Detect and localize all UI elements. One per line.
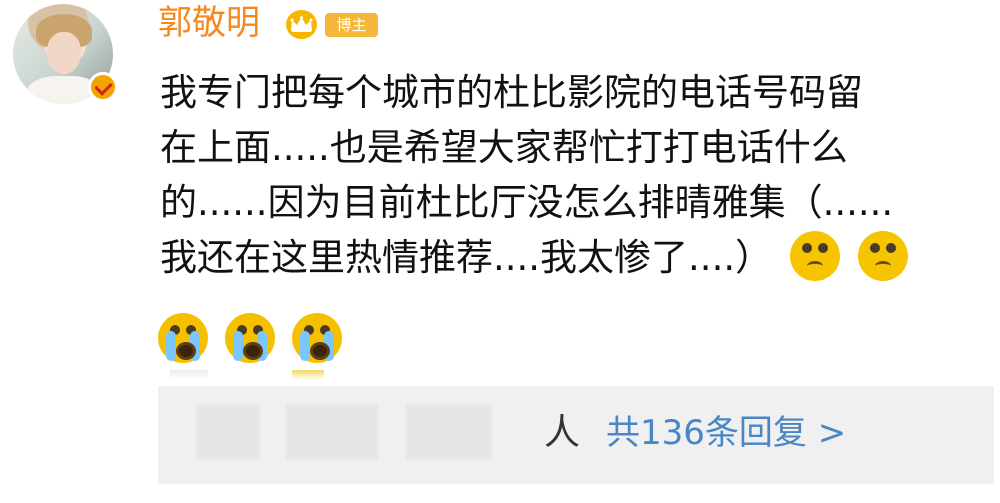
emoji-eye-right — [817, 242, 828, 253]
reply-summary-box[interactable]: 人 共136条回复 > — [158, 386, 994, 484]
post-line-1: 我专门把每个城市的杜比影院的电话号码留 — [160, 71, 863, 114]
sad-face-emoji-icon — [857, 230, 908, 281]
emoji-eye-left — [801, 242, 812, 253]
crying-face-emoji-icon — [225, 313, 276, 363]
user-name[interactable]: 郭敬明 — [158, 0, 260, 46]
emoji-tear-left — [300, 331, 311, 361]
emoji-mouth — [243, 342, 264, 360]
post-line-4-text: 我还在这里热情推荐....我太惨了....） — [160, 236, 773, 279]
emoji-reflection — [292, 370, 324, 380]
post-line-3: 的......因为目前杜比厅没怎么排晴雅集（...... — [160, 181, 894, 224]
reply-count-link[interactable]: 共136条回复 > — [606, 404, 846, 462]
emoji-reflection — [170, 370, 208, 380]
sad-face-emoji-icon — [789, 230, 840, 281]
post-content: 我专门把每个城市的杜比影院的电话号码留 在上面.....也是希望大家帮忙打打电话… — [160, 65, 980, 285]
post-line-2: 在上面.....也是希望大家帮忙打打电话什么 — [160, 126, 848, 169]
blurred-avatar — [406, 404, 492, 460]
emoji-eye-left — [869, 242, 880, 253]
blurred-avatar — [286, 404, 378, 460]
crying-face-emoji-icon — [292, 313, 343, 363]
emoji-tear-left — [233, 331, 244, 361]
crown-icon — [286, 10, 317, 39]
emoji-tear-left — [166, 331, 176, 361]
post-line-4: 我还在这里热情推荐....我太惨了....） — [160, 230, 980, 285]
verified-icon — [88, 72, 118, 102]
crying-face-emoji-icon — [158, 313, 208, 363]
reply-people-label: 人 — [544, 412, 581, 453]
blurred-avatar — [196, 404, 260, 460]
crown-icon-shape — [290, 16, 313, 32]
author-badge: 博主 — [325, 13, 378, 37]
emoji-eye-right — [885, 242, 896, 253]
emoji-mouth — [176, 342, 196, 360]
avatar-face — [47, 32, 81, 74]
emoji-mouth — [806, 260, 823, 271]
emoji-row — [158, 313, 354, 368]
emoji-mouth — [874, 260, 891, 271]
